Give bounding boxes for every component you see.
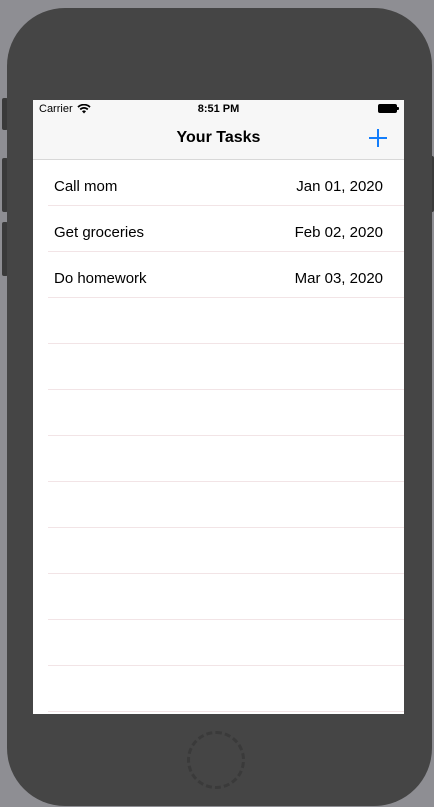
task-title: Get groceries (54, 224, 145, 241)
task-row[interactable]: Call mom Jan 01, 2020 (33, 160, 404, 206)
task-title: Call mom (54, 178, 118, 195)
empty-row (33, 666, 404, 712)
task-date: Feb 02, 2020 (294, 224, 383, 241)
home-button[interactable] (187, 731, 245, 789)
empty-row (33, 528, 404, 574)
status-bar: Carrier 8:51 PM (33, 100, 404, 118)
task-title: Do homework (54, 270, 147, 287)
empty-row (33, 298, 404, 344)
task-row[interactable]: Do homework Mar 03, 2020 (33, 252, 404, 298)
empty-row (33, 574, 404, 620)
task-row[interactable]: Get groceries Feb 02, 2020 (33, 206, 404, 252)
empty-row (33, 620, 404, 666)
task-date: Mar 03, 2020 (294, 270, 383, 287)
status-time: 8:51 PM (197, 103, 240, 115)
empty-row (33, 482, 404, 528)
simulator-background: Carrier 8:51 PM Your Tasks Call mom Jan … (0, 0, 434, 807)
page-title: Your Tasks (176, 129, 261, 146)
app-screen: Carrier 8:51 PM Your Tasks Call mom Jan … (33, 100, 404, 714)
battery-icon (378, 104, 399, 113)
empty-row (33, 344, 404, 390)
navigation-bar: Your Tasks (33, 118, 404, 160)
add-task-button[interactable] (366, 126, 390, 150)
task-list: Call mom Jan 01, 2020 Get groceries Feb … (33, 160, 404, 712)
task-date: Jan 01, 2020 (296, 178, 383, 195)
empty-row (33, 436, 404, 482)
row-separator (48, 711, 404, 712)
empty-row (33, 390, 404, 436)
